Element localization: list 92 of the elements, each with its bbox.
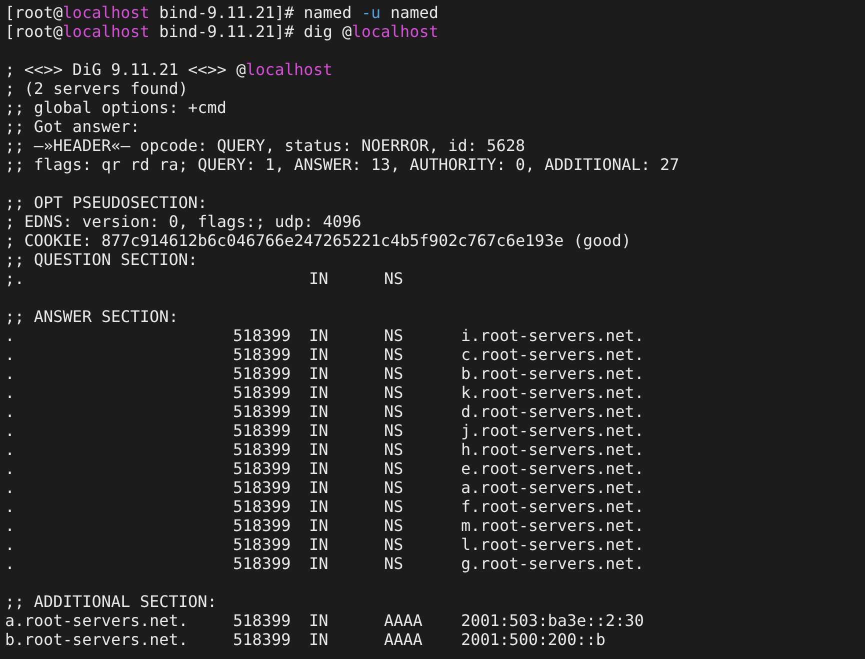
terminal-text: ; EDNS: version: 0, flags:; udp: 4096 xyxy=(5,212,362,231)
record-class: IN xyxy=(309,611,330,630)
record-name: . xyxy=(5,497,16,516)
record-type: NS xyxy=(384,459,404,478)
record-class: IN xyxy=(309,535,330,554)
record-ttl: 518399 xyxy=(233,497,291,516)
record-type: NS xyxy=(384,402,404,421)
record-ttl: 518399 xyxy=(233,364,291,383)
record-data: l.root-servers.net. xyxy=(461,535,644,554)
terminal-text: ; (2 servers found) xyxy=(5,79,188,98)
record-class: IN xyxy=(309,345,330,364)
record-class: IN xyxy=(309,364,330,383)
record-type: NS xyxy=(384,497,404,516)
record-data: k.root-servers.net. xyxy=(461,383,644,402)
record-name: ;. xyxy=(5,269,26,288)
terminal-text: ;; OPT PSEUDOSECTION: xyxy=(5,193,208,212)
terminal-text: ;; ANSWER SECTION: xyxy=(5,307,178,326)
record-name: b.root-servers.net. xyxy=(5,630,190,649)
record-data: b.root-servers.net. xyxy=(461,364,644,383)
terminal-text: ; <<>> DiG 9.11.21 <<>> @localhost xyxy=(5,60,333,79)
record-type: AAAA xyxy=(384,611,424,630)
record-data: e.root-servers.net. xyxy=(461,459,644,478)
record-class: IN xyxy=(309,440,330,459)
record-class: IN xyxy=(309,630,330,649)
record-name: . xyxy=(5,516,16,535)
record-class: IN xyxy=(309,421,330,440)
record-name: . xyxy=(5,478,16,497)
record-type: NS xyxy=(384,383,404,402)
record-type: NS xyxy=(384,440,404,459)
record-data: j.root-servers.net. xyxy=(461,421,644,440)
record-type: NS xyxy=(384,345,404,364)
terminal-text: ;; —»HEADER«— opcode: QUERY, status: NOERROR, id: 5628 xyxy=(5,136,526,155)
record-type: NS xyxy=(384,516,404,535)
record-type: NS xyxy=(384,554,404,573)
record-class: IN xyxy=(309,497,330,516)
record-class: IN xyxy=(309,516,330,535)
record-ttl: 518399 xyxy=(233,345,291,364)
record-name: . xyxy=(5,440,16,459)
record-ttl: 518399 xyxy=(233,402,291,421)
record-name: . xyxy=(5,421,16,440)
record-class: IN xyxy=(309,402,330,421)
record-ttl: 518399 xyxy=(233,516,291,535)
record-ttl: 518399 xyxy=(233,326,291,345)
record-ttl: 518399 xyxy=(233,611,291,630)
record-name: . xyxy=(5,326,16,345)
record-ttl: 518399 xyxy=(233,383,291,402)
record-class: IN xyxy=(309,478,330,497)
terminal-text: ;; QUESTION SECTION: xyxy=(5,250,198,269)
record-ttl: 518399 xyxy=(233,554,291,573)
record-type: NS xyxy=(384,364,404,383)
record-ttl: 518399 xyxy=(233,478,291,497)
record-data: i.root-servers.net. xyxy=(461,326,644,345)
record-ttl: 518399 xyxy=(233,421,291,440)
record-class: IN xyxy=(309,326,330,345)
record-ttl: 518399 xyxy=(233,440,291,459)
record-name: . xyxy=(5,364,16,383)
record-type: NS xyxy=(384,421,404,440)
record-ttl: 518399 xyxy=(233,459,291,478)
record-data: a.root-servers.net. xyxy=(461,478,644,497)
record-type: NS xyxy=(384,478,404,497)
record-data: c.root-servers.net. xyxy=(461,345,644,364)
record-ttl: 518399 xyxy=(233,630,291,649)
record-class: IN xyxy=(309,554,330,573)
record-data: h.root-servers.net. xyxy=(461,440,644,459)
terminal-text: ;; Got answer: xyxy=(5,117,140,136)
record-data: m.root-servers.net. xyxy=(461,516,644,535)
record-name: . xyxy=(5,459,16,478)
terminal-text: ;; global options: +cmd xyxy=(5,98,227,117)
record-data: f.root-servers.net. xyxy=(461,497,644,516)
record-data: d.root-servers.net. xyxy=(461,402,644,421)
record-data: g.root-servers.net. xyxy=(461,554,644,573)
terminal-text: [root@localhost bind-9.11.21]# named -u named xyxy=(5,3,438,22)
terminal-text: ; COOKIE: 877c914612b6c046766e247265221c4b5f902c767c6e193e (good) xyxy=(5,231,632,250)
record-name: . xyxy=(5,554,16,573)
record-class: IN xyxy=(309,269,330,288)
terminal-text: ;; ADDITIONAL SECTION: xyxy=(5,592,217,611)
terminal-text: [root@localhost bind-9.11.21]# dig @localhost xyxy=(5,22,438,41)
terminal-text: ;; flags: qr rd ra; QUERY: 1, ANSWER: 13, AUTHORITY: 0, ADDITIONAL: 27 xyxy=(5,155,680,174)
record-ttl: 518399 xyxy=(233,535,291,554)
record-name: a.root-servers.net. xyxy=(5,611,190,630)
record-name: . xyxy=(5,402,16,421)
record-name: . xyxy=(5,345,16,364)
record-type: NS xyxy=(384,535,404,554)
record-data: 2001:500:200::b xyxy=(461,630,606,649)
record-type: AAAA xyxy=(384,630,424,649)
record-data: 2001:503:ba3e::2:30 xyxy=(461,611,644,630)
record-type: NS xyxy=(384,326,404,345)
record-name: . xyxy=(5,383,16,402)
record-name: . xyxy=(5,535,16,554)
record-class: IN xyxy=(309,383,330,402)
record-type: NS xyxy=(384,269,404,288)
record-class: IN xyxy=(309,459,330,478)
